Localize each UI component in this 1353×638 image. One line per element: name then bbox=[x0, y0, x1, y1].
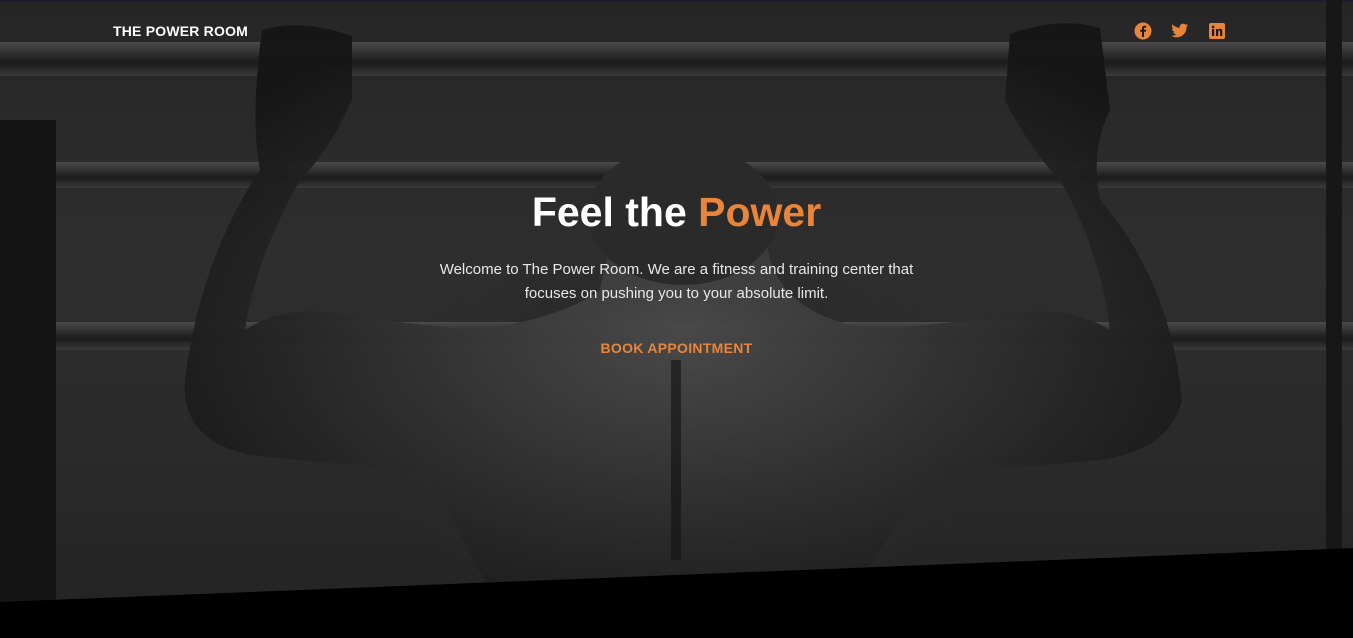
hero-content: Feel the Power Welcome to The Power Room… bbox=[0, 186, 1353, 357]
headline-prefix: Feel the bbox=[531, 189, 699, 235]
twitter-icon[interactable] bbox=[1171, 22, 1189, 40]
linkedin-icon[interactable] bbox=[1208, 22, 1226, 40]
social-links bbox=[1134, 22, 1226, 40]
brand-logo[interactable]: THE POWER ROOM bbox=[113, 23, 248, 39]
facebook-icon[interactable] bbox=[1134, 22, 1152, 40]
book-appointment-button[interactable]: BOOK APPOINTMENT bbox=[600, 340, 752, 356]
headline-accent: Power bbox=[698, 189, 822, 235]
hero-tagline: Welcome to The Power Room. We are a fitn… bbox=[439, 261, 914, 302]
top-navbar: THE POWER ROOM bbox=[0, 0, 1353, 64]
hero-headline: Feel the Power bbox=[0, 186, 1353, 238]
hero-section: THE POWER ROOM Feel the Power Welcome to… bbox=[0, 0, 1353, 638]
